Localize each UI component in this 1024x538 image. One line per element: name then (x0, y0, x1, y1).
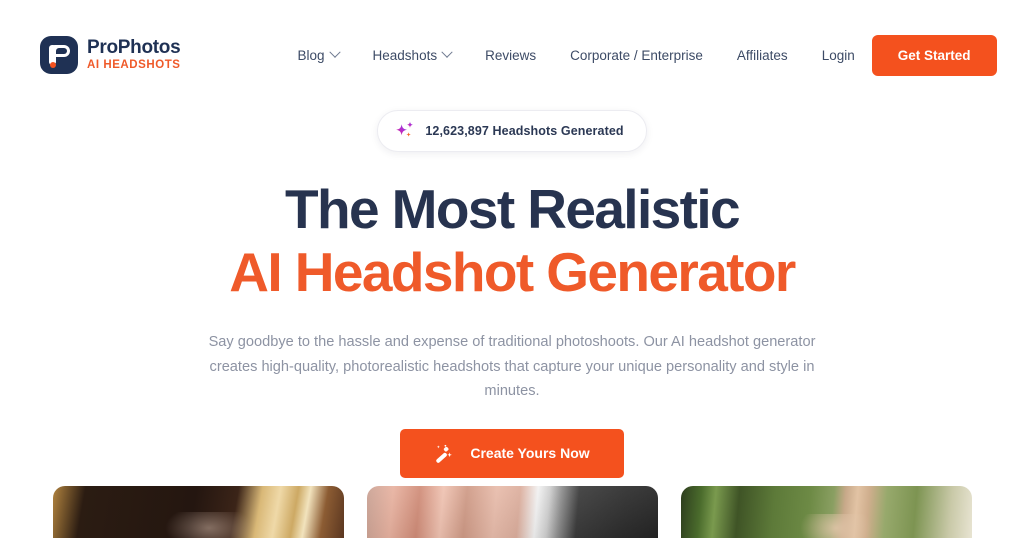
site-header: ProPhotos AI HEADSHOTS Blog Headshots Re… (0, 0, 1024, 110)
headshots-generated-badge: 12,623,897 Headshots Generated (377, 110, 647, 152)
headshot-card-1[interactable] (52, 486, 344, 538)
hero-section: 12,623,897 Headshots Generated The Most … (0, 110, 1024, 478)
nav-label: Reviews (485, 47, 537, 63)
brand-tagline: AI HEADSHOTS (87, 59, 181, 72)
nav-item-headshots[interactable]: Headshots (356, 42, 469, 69)
nav-item-blog[interactable]: Blog (281, 42, 356, 69)
brand-name: ProPhotos (87, 37, 181, 59)
nav-label: Corporate / Enterprise (570, 47, 703, 63)
nav-item-corporate-enterprise[interactable]: Corporate / Enterprise (553, 42, 720, 69)
headshot-image-2 (367, 486, 658, 538)
nav-label: Login (821, 47, 855, 63)
hero-headline-line1: The Most Realistic (284, 178, 741, 240)
nav-item-reviews[interactable]: Reviews (468, 42, 553, 69)
magic-wand-icon (436, 444, 453, 463)
nav-item-affiliates[interactable]: Affiliates (720, 42, 805, 69)
nav-label: Affiliates (736, 47, 788, 63)
sparkles-icon (396, 121, 414, 137)
headshot-image-3 (681, 486, 972, 538)
create-yours-now-button[interactable]: Create Yours Now (400, 428, 624, 478)
sample-headshots-gallery (0, 486, 1024, 538)
cta-label: Create Yours Now (470, 445, 590, 462)
hero-headline-line2: AI Headshot Generator (229, 240, 796, 303)
headshot-card-3[interactable] (680, 486, 972, 538)
chevron-down-icon (441, 46, 453, 58)
headshot-image-1 (53, 486, 344, 538)
nav-label: Blog (297, 47, 325, 63)
get-started-button[interactable]: Get Started (871, 34, 997, 76)
nav-item-login[interactable]: Login (805, 42, 872, 69)
prophotos-logo-icon (40, 36, 78, 74)
hero-subtext: Say goodbye to the hassle and expense of… (208, 334, 816, 400)
badge-label: 12,623,897 Headshots Generated (425, 124, 624, 138)
brand-logo[interactable]: ProPhotos AI HEADSHOTS (40, 36, 181, 74)
main-navigation: Blog Headshots Reviews Corporate / Enter… (281, 42, 872, 69)
nav-label: Headshots (372, 47, 438, 63)
headshot-card-2[interactable] (366, 486, 658, 538)
landing-page: ProPhotos AI HEADSHOTS Blog Headshots Re… (0, 0, 1024, 538)
chevron-down-icon (328, 46, 341, 58)
